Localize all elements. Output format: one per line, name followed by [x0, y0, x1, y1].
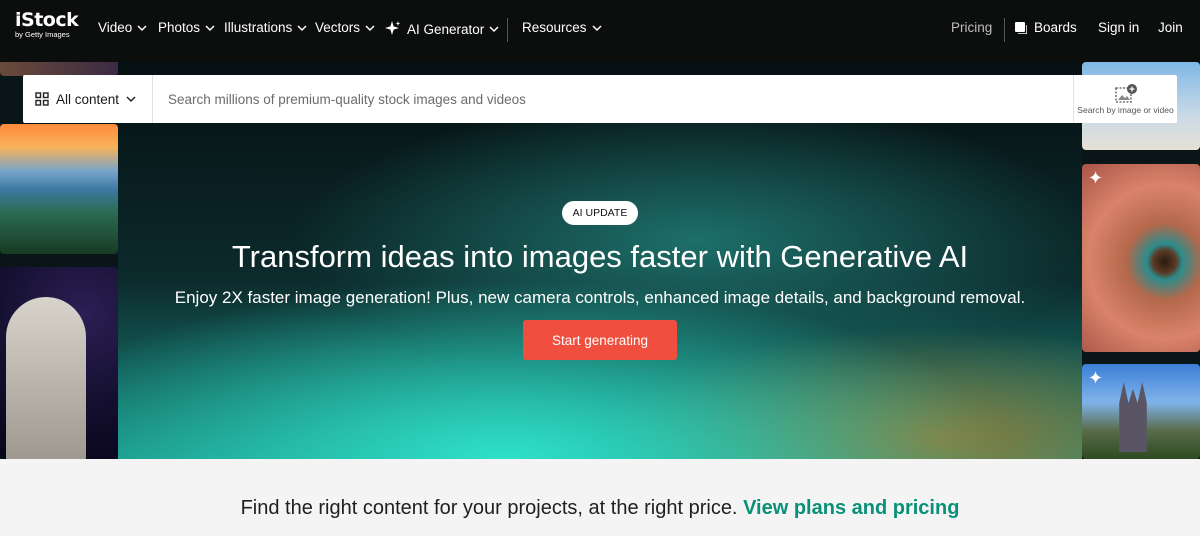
grid-icon — [35, 92, 49, 106]
nav-resources-label: Resources — [522, 20, 587, 35]
start-generating-button[interactable]: Start generating — [523, 320, 677, 360]
nav-video-label: Video — [98, 20, 133, 35]
nav-vectors-label: Vectors — [315, 20, 361, 35]
chevron-down-icon — [489, 26, 499, 33]
sparkle-icon: ✦ — [1088, 368, 1104, 388]
hero-side-image — [0, 124, 118, 254]
search-input[interactable] — [168, 87, 1048, 111]
castle-figure — [1119, 382, 1147, 452]
statue-figure — [6, 297, 86, 459]
nav-join[interactable]: Join — [1158, 20, 1183, 35]
hero-side-image: ✦ — [1082, 164, 1200, 352]
nav-divider — [507, 18, 508, 42]
promo-text: Find the right content for your projects… — [240, 497, 738, 519]
nav-boards[interactable]: Boards — [1015, 20, 1077, 35]
image-search-icon — [1114, 84, 1137, 103]
istock-logo[interactable]: iStock by Getty Images — [15, 9, 79, 39]
logo-tagline: by Getty Images — [15, 30, 70, 39]
hero-headline: Transform ideas into images faster with … — [231, 239, 969, 274]
nav-pricing[interactable]: Pricing — [951, 20, 992, 35]
chevron-down-icon — [126, 96, 136, 103]
chevron-down-icon — [205, 24, 215, 31]
search-by-image-label: Search by image or video — [1077, 105, 1174, 116]
hero-side-image — [0, 267, 118, 459]
content-type-filter[interactable]: All content — [23, 75, 153, 123]
chevron-down-icon — [137, 24, 147, 31]
nav-sign-in[interactable]: Sign in — [1098, 20, 1139, 35]
nav-ai-generator[interactable]: AI Generator — [384, 20, 499, 38]
sparkle-icon: ✦ — [1088, 168, 1104, 188]
search-by-image-button[interactable]: Search by image or video — [1073, 75, 1177, 123]
nav-illustrations-label: Illustrations — [224, 20, 293, 35]
pricing-promo: Find the right content for your projects… — [0, 459, 1200, 536]
ai-update-badge: AI UPDATE — [562, 201, 638, 225]
nav-photos[interactable]: Photos — [158, 20, 215, 35]
logo-wordmark: iStock — [15, 9, 79, 31]
nav-resources[interactable]: Resources — [522, 20, 602, 35]
view-plans-link[interactable]: View plans and pricing — [743, 497, 959, 519]
sparkle-icon — [385, 21, 401, 35]
nav-divider — [1004, 18, 1005, 42]
chevron-down-icon — [297, 24, 307, 31]
nav-vectors[interactable]: Vectors — [315, 20, 375, 35]
hero-side-image: ✦ — [1082, 364, 1200, 459]
boards-icon — [1015, 21, 1027, 34]
nav-illustrations[interactable]: Illustrations — [224, 20, 307, 35]
hero-side-image — [0, 62, 118, 76]
nav-photos-label: Photos — [158, 20, 201, 35]
top-nav: iStock by Getty Images Video Photos Illu… — [0, 0, 1200, 62]
chevron-down-icon — [592, 24, 602, 31]
nav-boards-label: Boards — [1034, 20, 1077, 35]
hero-subline: Enjoy 2X faster image generation! Plus, … — [174, 288, 1026, 307]
search-bar: All content Search by image or video — [23, 75, 1177, 123]
chevron-down-icon — [365, 24, 375, 31]
nav-ai-generator-label: AI Generator — [407, 21, 485, 37]
nav-video[interactable]: Video — [98, 20, 147, 35]
content-type-label: All content — [56, 91, 120, 107]
